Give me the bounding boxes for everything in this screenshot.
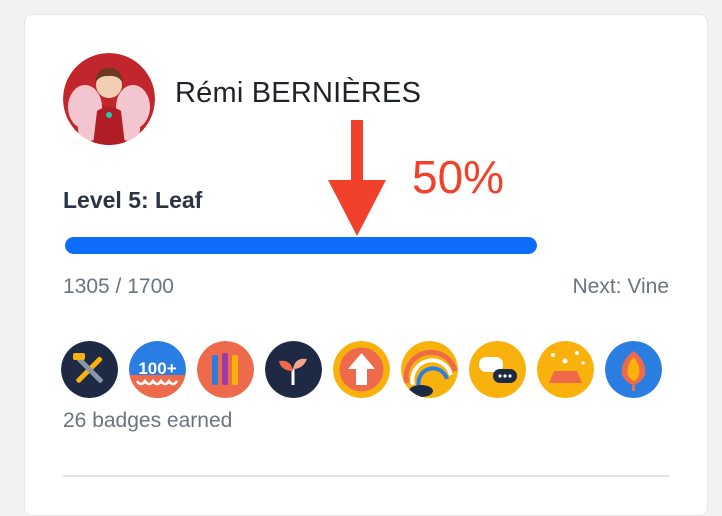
tools-badge-icon[interactable] — [61, 341, 118, 398]
annotation-percent-label: 50% — [412, 151, 505, 203]
autumn-leaf-badge-icon[interactable] — [605, 341, 662, 398]
avatar[interactable] — [63, 53, 155, 145]
user-name[interactable]: Rémi BERNIÈRES — [175, 77, 421, 110]
xp-count: 1305 / 1700 — [63, 275, 174, 298]
sprout-badge-icon[interactable] — [265, 341, 322, 398]
level-progress-fill — [65, 237, 537, 254]
level-title: Level 5: Leaf — [63, 187, 203, 213]
level-progress-bar — [65, 237, 537, 254]
celebration-badge-icon[interactable] — [537, 341, 594, 398]
badge-list: 100+ — [61, 341, 662, 398]
avatar-image — [63, 53, 155, 145]
chat-bubbles-badge-icon[interactable] — [469, 341, 526, 398]
annotation-arrow-icon — [328, 120, 386, 236]
svg-text:100+: 100+ — [138, 359, 176, 378]
divider — [63, 475, 669, 477]
upvote-arrow-badge-icon[interactable] — [333, 341, 390, 398]
100-plus-badge-icon[interactable]: 100+ — [129, 341, 186, 398]
next-level-label: Next: Vine — [572, 275, 670, 298]
pencils-badge-icon[interactable] — [197, 341, 254, 398]
badges-earned-count[interactable]: 26 badges earned — [63, 409, 232, 433]
profile-card: Rémi BERNIÈRES Level 5: Leaf 1305 / 1700… — [24, 14, 708, 516]
rainbow-badge-icon[interactable] — [401, 341, 458, 398]
